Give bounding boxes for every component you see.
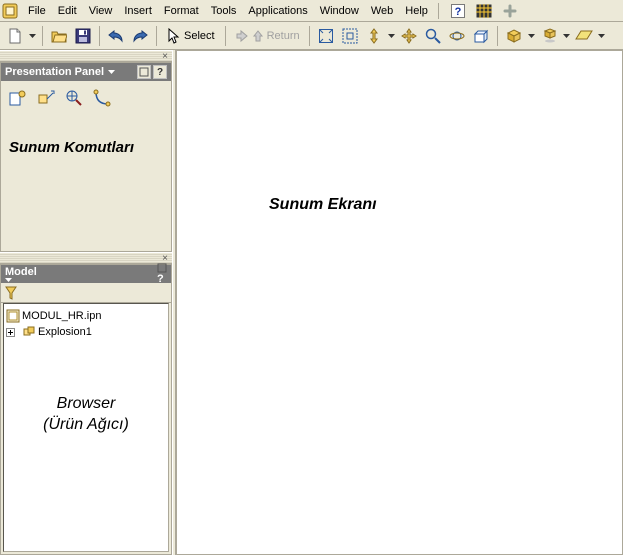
presentation-panel-body: Sunum Komutları [1, 81, 171, 251]
panel-pin-icon[interactable] [157, 263, 167, 273]
menu-tools[interactable]: Tools [205, 3, 243, 19]
main-toolbar: Select Return [0, 22, 623, 50]
menu-view[interactable]: View [83, 3, 119, 19]
zoom-all-icon[interactable] [315, 26, 337, 46]
toolbar-separator [42, 26, 43, 46]
animate-icon[interactable] [93, 89, 111, 107]
presentation-panel-header[interactable]: Presentation Panel ? [1, 63, 171, 81]
menu-divider [438, 3, 439, 19]
look-at-icon[interactable] [470, 26, 492, 46]
model-panel-header[interactable]: Model ? [1, 265, 171, 283]
presentation-body-label: Sunum Komutları [9, 139, 134, 156]
chevron-down-icon [108, 70, 115, 74]
presentation-panel-title: Presentation Panel [5, 66, 104, 78]
model-panel-title: Model [5, 266, 37, 278]
filter-icon[interactable] [5, 286, 17, 300]
ipn-file-icon [6, 309, 20, 323]
workspace: × Presentation Panel ? [0, 50, 623, 555]
new-file-dropdown[interactable] [28, 26, 37, 46]
panel-grip-middle[interactable]: × [0, 252, 172, 264]
select-tool[interactable]: Select [162, 26, 220, 46]
menu-file[interactable]: File [22, 3, 52, 19]
model-tree[interactable]: MODUL_HR.ipn Explosion1 Browser (Ürün Ağ… [3, 303, 169, 552]
zoom-icon[interactable] [422, 26, 444, 46]
add-plus-icon[interactable] [499, 1, 521, 21]
left-column: × Presentation Panel ? [0, 50, 172, 555]
zoom-dynamic-icon[interactable] [363, 26, 385, 46]
orbit-icon[interactable] [446, 26, 468, 46]
canvas-annotation: Sunum Ekranı [269, 196, 377, 214]
plane-icon[interactable] [573, 26, 595, 46]
tree-root-row[interactable]: MODUL_HR.ipn [6, 308, 166, 324]
toolbar-separator [309, 26, 310, 46]
toolbar-separator [225, 26, 226, 46]
panel-pin-icon[interactable] [137, 65, 151, 79]
panel-grip-top[interactable]: × [0, 50, 172, 62]
return-button: Return [231, 26, 304, 46]
component-style-icon[interactable] [503, 26, 525, 46]
toolbar-separator [497, 26, 498, 46]
menu-window[interactable]: Window [314, 3, 365, 19]
help-question-icon[interactable]: ? [447, 1, 469, 21]
cursor-icon [167, 28, 181, 44]
pan-icon[interactable] [398, 26, 420, 46]
tree-child-label: Explosion1 [38, 326, 92, 338]
close-icon[interactable]: × [162, 51, 168, 62]
explosion-icon [22, 325, 36, 339]
toolbar-separator [156, 26, 157, 46]
menu-help[interactable]: Help [399, 3, 434, 19]
app-icon [2, 3, 18, 19]
expand-plus-icon[interactable] [6, 328, 20, 337]
presentation-panel: Presentation Panel ? [0, 62, 172, 252]
new-file-icon[interactable] [4, 26, 26, 46]
return-label: Return [267, 30, 300, 42]
shadow-dropdown[interactable] [562, 26, 571, 46]
browser-annotation: Browser (Ürün Ağıcı) [4, 394, 168, 436]
model-panel: Model ? MODUL_HR.ipn [0, 264, 172, 555]
zoom-window-icon[interactable] [339, 26, 361, 46]
menu-bar: File Edit View Insert Format Tools Appli… [0, 0, 623, 22]
panel-help-icon[interactable]: ? [153, 65, 167, 79]
return-arrow-icon [235, 29, 249, 43]
return-arrow-up-icon [252, 29, 264, 43]
undo-icon[interactable] [105, 26, 127, 46]
save-icon[interactable] [72, 26, 94, 46]
graphics-canvas[interactable]: Sunum Ekranı [176, 50, 623, 555]
menu-insert[interactable]: Insert [118, 3, 158, 19]
menu-applications[interactable]: Applications [242, 3, 313, 19]
grid-toggle-icon[interactable] [473, 1, 495, 21]
select-label: Select [184, 30, 215, 42]
redo-icon[interactable] [129, 26, 151, 46]
menu-format[interactable]: Format [158, 3, 205, 19]
chevron-down-icon [5, 278, 12, 282]
toolbar-separator [99, 26, 100, 46]
precise-view-icon[interactable] [65, 89, 83, 107]
zoom-dropdown[interactable] [387, 26, 396, 46]
create-view-icon[interactable] [9, 89, 27, 107]
svg-text:?: ? [455, 6, 462, 18]
menu-web[interactable]: Web [365, 3, 399, 19]
component-style-dropdown[interactable] [527, 26, 536, 46]
tree-root-label: MODUL_HR.ipn [22, 310, 101, 322]
tweak-component-icon[interactable] [37, 89, 55, 107]
open-file-icon[interactable] [48, 26, 70, 46]
close-icon[interactable]: × [162, 253, 168, 264]
plane-dropdown[interactable] [597, 26, 606, 46]
tree-child-row[interactable]: Explosion1 [6, 324, 166, 340]
model-filter-row [1, 283, 171, 303]
menu-edit[interactable]: Edit [52, 3, 83, 19]
shadow-icon[interactable] [538, 26, 560, 46]
